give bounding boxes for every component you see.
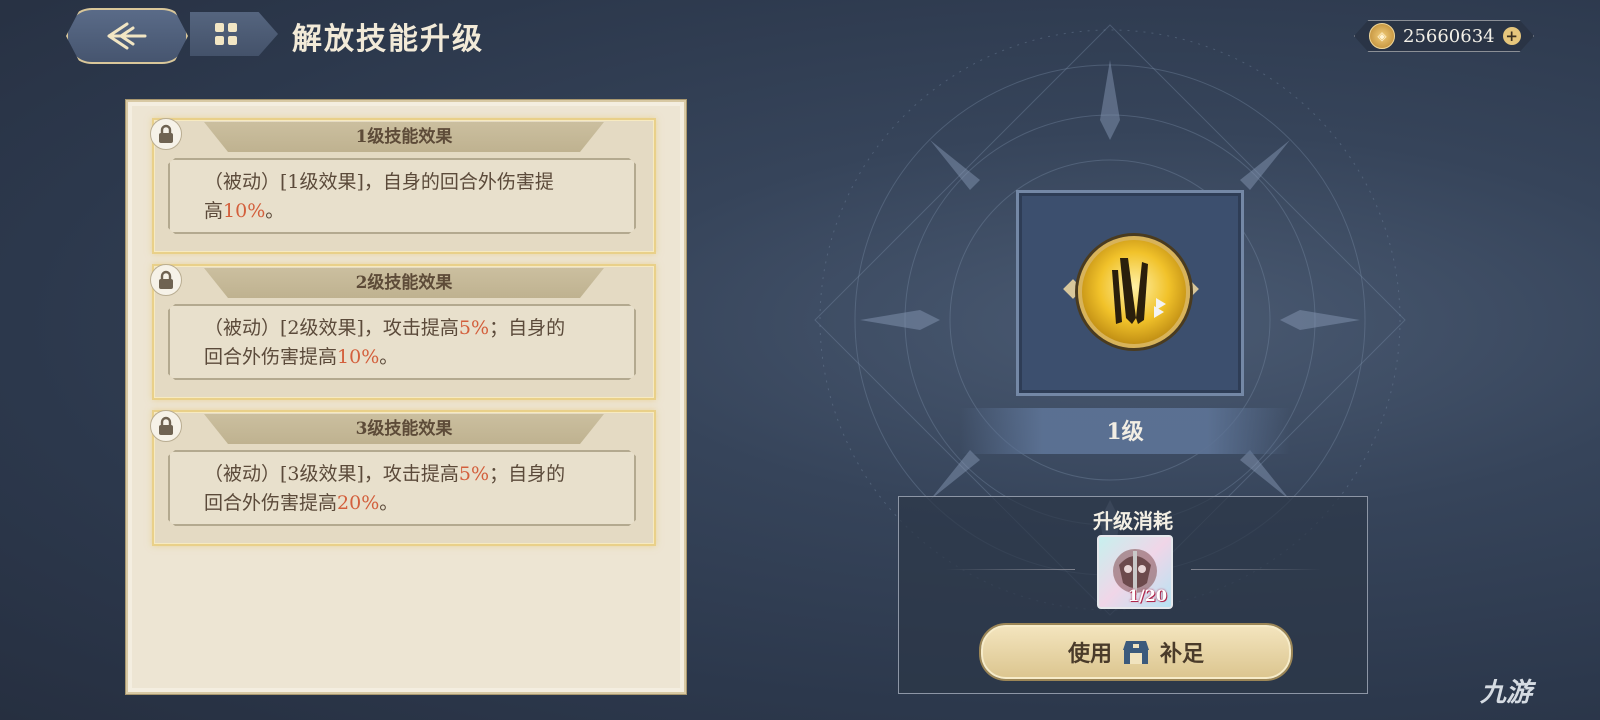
highlight-value: 20% <box>337 492 380 514</box>
text: ；自身的 <box>489 463 566 485</box>
text: （被动）[2级效果]，攻击提高 <box>204 317 459 339</box>
grid-menu-icon <box>215 23 237 45</box>
card-description: （被动）[3级效果]，攻击提高5%；自身的 回合外伤害提高20%。 <box>168 450 636 526</box>
text: 。 <box>379 346 399 368</box>
watermark-logo: 九游 <box>1480 678 1533 708</box>
description-line-2: 回合外伤害提高20%。 <box>204 489 616 518</box>
back-arrow-icon <box>107 22 147 50</box>
skill-effect-card-level-3: 3级技能效果 （被动）[3级效果]，攻击提高5%；自身的 回合外伤害提高20%。 <box>150 410 656 546</box>
menu-button[interactable] <box>190 12 278 56</box>
card-heading: 1级技能效果 <box>204 122 604 152</box>
crossed-blades-icon <box>1112 258 1166 324</box>
highlight-value: 10% <box>337 346 380 368</box>
card-heading: 3级技能效果 <box>204 414 604 444</box>
card-heading: 2级技能效果 <box>204 268 604 298</box>
skill-effects-panel: 1级技能效果 （被动）[1级效果]，自身的回合外伤害提 高10%。 2级技能效果… <box>126 100 686 694</box>
skill-level-label: 1级 <box>1106 419 1144 445</box>
upgrade-cost-title: 升级消耗 <box>1093 509 1173 533</box>
supplement-label: 补足 <box>1160 641 1205 667</box>
text: 。 <box>265 200 285 222</box>
description-line-1: （被动）[2级效果]，攻击提高5%；自身的 <box>204 314 616 343</box>
skill-emblem-icon[interactable] <box>1078 236 1190 348</box>
lock-icon <box>150 410 182 442</box>
use-button-label: 使用 <box>1067 641 1112 667</box>
use-supplement-button[interactable]: 使用 补足 <box>981 625 1291 679</box>
skill-effect-card-level-2: 2级技能效果 （被动）[2级效果]，攻击提高5%；自身的 回合外伤害提高10%。 <box>150 264 656 400</box>
text: （被动）[3级效果]，攻击提高 <box>204 463 459 485</box>
add-currency-button[interactable]: + <box>1502 27 1521 45</box>
text: 回合外伤害提高 <box>204 346 338 368</box>
description-line-2: 高10%。 <box>204 197 616 226</box>
lock-icon <box>150 264 182 296</box>
description-line-1: （被动）[3级效果]，攻击提高5%；自身的 <box>204 460 616 489</box>
lock-icon <box>150 118 182 150</box>
back-button[interactable] <box>66 8 188 64</box>
description-line-1: （被动）[1级效果]，自身的回合外伤害提 <box>204 171 554 193</box>
card-description: （被动）[1级效果]，自身的回合外伤害提 高10%。 <box>168 158 636 234</box>
page-title: 解放技能升级 <box>292 22 484 57</box>
upgrade-material-item[interactable]: 1/20 <box>1097 535 1173 609</box>
text: 。 <box>379 492 399 514</box>
text: 高 <box>204 200 224 222</box>
divider-line <box>1191 569 1321 570</box>
skill-effect-card-level-1: 1级技能效果 （被动）[1级效果]，自身的回合外伤害提 高10%。 <box>150 118 656 254</box>
text: ；自身的 <box>489 317 566 339</box>
shop-bag-icon <box>1123 641 1149 664</box>
text: 回合外伤害提高 <box>204 492 338 514</box>
highlight-value: 5% <box>458 463 490 485</box>
material-count: 1/20 <box>1127 586 1167 605</box>
card-description: （被动）[2级效果]，攻击提高5%；自身的 回合外伤害提高10%。 <box>168 304 636 380</box>
highlight-value: 10% <box>223 200 266 222</box>
description-line-2: 回合外伤害提高10%。 <box>204 343 616 372</box>
upgrade-cost-panel: 升级消耗 1/20 使用 补足 <box>898 496 1368 694</box>
divider-line <box>945 569 1075 570</box>
highlight-value: 5% <box>458 317 490 339</box>
